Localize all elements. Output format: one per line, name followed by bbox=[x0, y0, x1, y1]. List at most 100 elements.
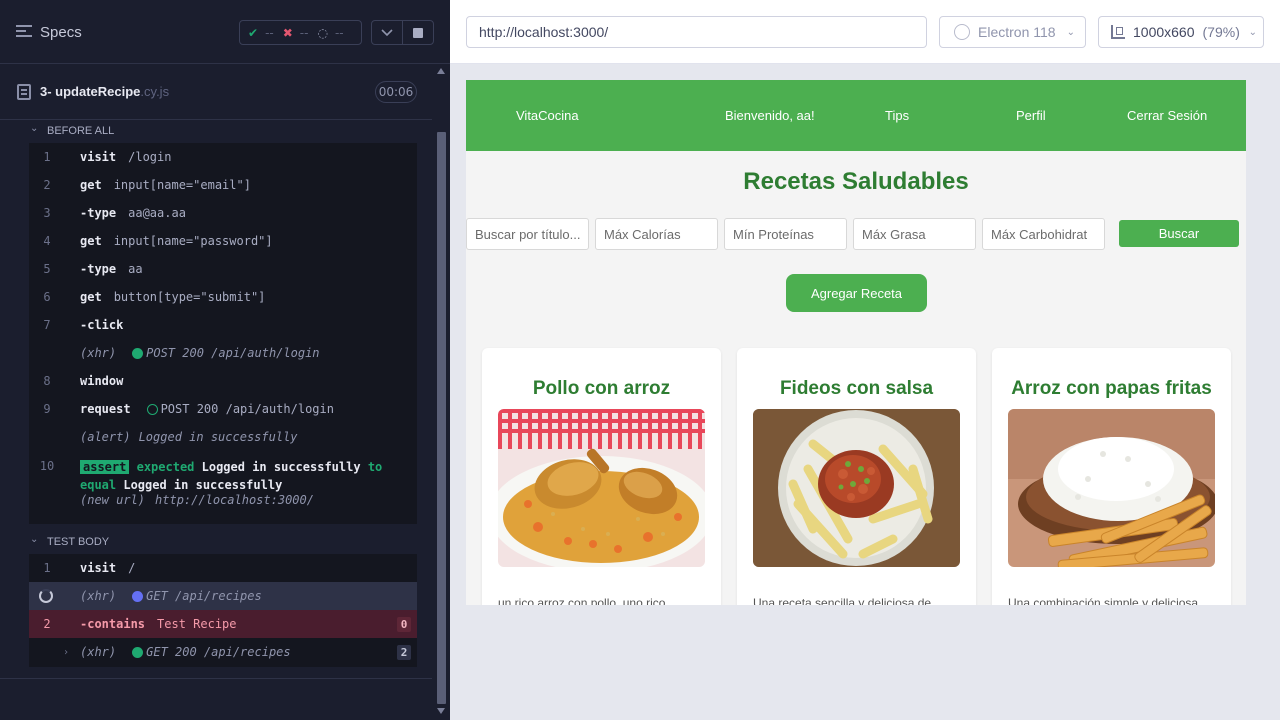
recipe-title: Arroz con papas fritas bbox=[1011, 378, 1212, 399]
match-count-badge: 0 bbox=[397, 616, 411, 632]
event-prefix: (xhr) bbox=[80, 645, 117, 659]
test-body-commands: 1 visit / (xhr) GET /api/recipes 2 -contains… bbox=[29, 554, 417, 667]
electron-icon bbox=[954, 24, 970, 40]
search-button[interactable]: Buscar bbox=[1119, 220, 1239, 247]
chevron-down-icon: ⌄ bbox=[1066, 26, 1075, 38]
browser-panel: http://localhost:3000/ Electron 118 ⌄ 10… bbox=[450, 0, 1280, 720]
command-number: 4 bbox=[43, 234, 51, 248]
alert-text: Logged in successfully bbox=[138, 430, 298, 444]
nav-welcome: Bienvenido, aa! bbox=[725, 108, 815, 123]
max-carbs-input[interactable]: Máx Carbohidrat bbox=[982, 218, 1105, 250]
url-bar[interactable]: http://localhost:3000/ bbox=[466, 16, 927, 48]
search-title-input[interactable]: Buscar por título... bbox=[466, 218, 589, 250]
browser-selector[interactable]: Electron 118 ⌄ bbox=[939, 16, 1086, 48]
command-name: get bbox=[80, 178, 102, 192]
chevron-down-icon[interactable] bbox=[371, 20, 403, 45]
assert-actual: Logged in successfully bbox=[201, 460, 361, 474]
max-calories-input[interactable]: Máx Calorías bbox=[595, 218, 718, 250]
failed-count: -- bbox=[299, 25, 309, 40]
xhr-text: GET 200 /api/recipes bbox=[146, 645, 291, 659]
command-row[interactable]: 6 get button[type="submit"] bbox=[29, 283, 417, 311]
command-name: window bbox=[80, 374, 124, 388]
stop-button[interactable] bbox=[402, 20, 434, 45]
add-recipe-button[interactable]: Agregar Receta bbox=[786, 274, 927, 312]
scrollbar-thumb[interactable] bbox=[437, 132, 446, 704]
command-arg: /login bbox=[128, 150, 172, 164]
xhr-log-row[interactable]: (xhr) POST 200 /api/auth/login bbox=[29, 339, 417, 367]
command-row-failed[interactable]: 2 -contains Test Recipe 0 bbox=[29, 610, 417, 638]
command-row[interactable]: 4 get input[name="password"] bbox=[29, 227, 417, 255]
assert-expected: expected bbox=[136, 460, 195, 474]
test-stats: ✔ -- ✖ -- ◌ -- bbox=[239, 20, 362, 45]
command-number: 8 bbox=[43, 374, 51, 388]
command-number: 3 bbox=[43, 206, 51, 220]
command-number: 5 bbox=[43, 262, 51, 276]
event-prefix: (xhr) bbox=[80, 589, 117, 603]
command-arg: aa bbox=[128, 262, 143, 276]
app-under-test: VitaCocina Bienvenido, aa! Tips Perfil C… bbox=[466, 80, 1246, 605]
newurl-log-row[interactable]: (new url) http://localhost:3000/ bbox=[29, 487, 417, 513]
command-row[interactable]: 1 visit/login bbox=[29, 143, 417, 171]
command-number: 7 bbox=[43, 318, 51, 332]
stop-icon bbox=[413, 27, 423, 38]
command-row[interactable]: 5 -type aa bbox=[29, 255, 417, 283]
recipe-card[interactable]: Arroz con papas fritas Una combinación s… bbox=[992, 348, 1231, 605]
nav-tips[interactable]: Tips bbox=[885, 108, 909, 123]
nav-logout[interactable]: Cerrar Sesión bbox=[1127, 108, 1207, 123]
command-row[interactable]: 7 -click bbox=[29, 311, 417, 339]
reporter-scrollbar[interactable] bbox=[433, 64, 450, 720]
specs-list-icon[interactable] bbox=[16, 25, 32, 39]
recipe-image bbox=[498, 409, 705, 567]
recipe-title: Pollo con arroz bbox=[532, 378, 671, 399]
command-row[interactable]: 3 -type aa@aa.aa bbox=[29, 199, 417, 227]
recipe-description: Una combinación simple y deliciosa bbox=[1008, 596, 1199, 605]
event-prefix: (xhr) bbox=[80, 346, 117, 360]
min-protein-input[interactable]: Mín Proteínas bbox=[724, 218, 847, 250]
spec-duration: 00:06 bbox=[375, 81, 417, 103]
before-all-hook-header[interactable]: ⌄ BEFORE ALL bbox=[0, 120, 417, 142]
command-row-active[interactable]: (xhr) GET /api/recipes bbox=[29, 582, 417, 610]
command-number: 2 bbox=[43, 178, 51, 192]
viewport-selector[interactable]: 1000x660 (79%) ⌄ bbox=[1098, 16, 1264, 48]
viewport-size: 1000x660 bbox=[1133, 24, 1195, 40]
chevron-down-icon: ⌄ bbox=[30, 534, 39, 545]
xhr-text: POST 200 /api/auth/login bbox=[146, 346, 320, 360]
command-name: -type bbox=[80, 206, 117, 220]
scroll-up-icon[interactable] bbox=[437, 68, 445, 74]
command-name: visit bbox=[80, 150, 117, 164]
command-name: request bbox=[80, 402, 131, 416]
command-arg: aa@aa.aa bbox=[128, 206, 186, 220]
recipe-card[interactable]: Pollo con arroz un rico arroz con pollo,… bbox=[482, 348, 721, 605]
event-prefix: (new url) bbox=[80, 493, 146, 507]
loading-spinner-icon bbox=[39, 589, 53, 603]
command-arg: input[name="password"] bbox=[113, 234, 273, 248]
reporter-panel: Specs ✔ -- ✖ -- ◌ -- 3- updateRecipe.cy.… bbox=[0, 0, 450, 720]
assert-row[interactable]: 10 assert expected Logged in successfull… bbox=[29, 451, 417, 492]
alert-log-row[interactable]: (alert) Logged in successfully bbox=[29, 423, 417, 451]
nav-profile[interactable]: Perfil bbox=[1016, 108, 1046, 123]
recipe-card[interactable]: Fideos con salsa Una receta sencilla y d… bbox=[737, 348, 976, 605]
xhr-log-row[interactable]: › (xhr) GET 200 /api/recipes 2 bbox=[29, 638, 417, 666]
nav-brand[interactable]: VitaCocina bbox=[516, 108, 579, 123]
max-fat-input[interactable]: Máx Grasa bbox=[853, 218, 976, 250]
status-dot-icon bbox=[132, 347, 144, 359]
command-arg: POST 200 /api/auth/login bbox=[160, 402, 334, 416]
match-count-badge: 2 bbox=[397, 644, 411, 660]
passed-count: -- bbox=[265, 25, 274, 40]
command-number: 1 bbox=[43, 150, 51, 164]
recipe-description: Una receta sencilla y deliciosa de bbox=[753, 596, 932, 605]
scroll-down-icon[interactable] bbox=[437, 708, 445, 714]
test-body-header[interactable]: ⌄ TEST BODY bbox=[0, 531, 417, 553]
command-arg: button[type="submit"] bbox=[113, 290, 266, 304]
command-row[interactable]: 8 window bbox=[29, 367, 417, 395]
command-number: 10 bbox=[39, 459, 55, 473]
page-title: Recetas Saludables bbox=[743, 168, 969, 195]
command-row[interactable]: 1 visit / bbox=[29, 554, 417, 582]
command-arg: Test Recipe bbox=[157, 617, 237, 631]
pending-count: -- bbox=[334, 25, 344, 40]
specs-label[interactable]: Specs bbox=[40, 24, 82, 41]
spec-file-header[interactable]: 3- updateRecipe.cy.js 00:06 bbox=[0, 64, 432, 120]
command-row[interactable]: 9 request POST 200 /api/auth/login bbox=[29, 395, 417, 423]
status-dot-icon bbox=[146, 403, 158, 415]
command-row[interactable]: 2 get input[name="email"] bbox=[29, 171, 417, 199]
